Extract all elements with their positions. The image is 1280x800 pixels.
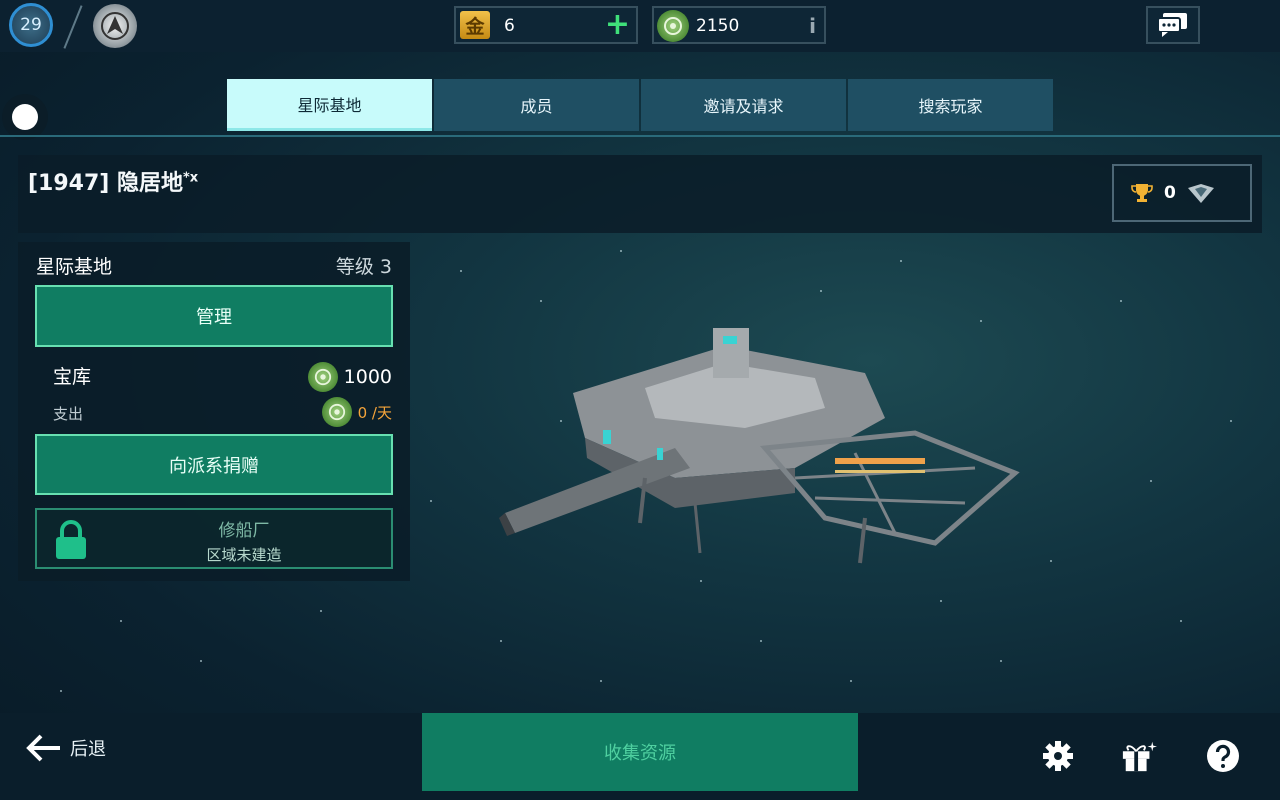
starbase-model-image: [499, 328, 1020, 564]
info-icon[interactable]: i: [809, 14, 816, 38]
vault-amount: 1000: [343, 366, 392, 388]
top-bar: 29 金 6 + 2150 i: [0, 0, 1280, 52]
back-label: 后退: [70, 739, 106, 760]
vault-label: 宝库: [53, 366, 92, 388]
faction-emblem-icon[interactable]: [93, 4, 137, 48]
toggle-dot-button[interactable]: [2, 94, 48, 140]
base-suffix: *x: [183, 170, 199, 186]
shipyard-title: 修船厂: [218, 521, 270, 541]
gift-button[interactable]: [1121, 738, 1157, 774]
resource-icon: [657, 10, 689, 42]
base-name: [1947] 隐居地: [28, 171, 183, 196]
manage-button[interactable]: 管理: [35, 285, 393, 347]
chat-icon: [1157, 13, 1187, 37]
expense-value: 0 /天: [321, 397, 392, 427]
tab-starbase[interactable]: 星际基地: [227, 79, 432, 131]
vault-value: 1000: [307, 362, 392, 392]
trophy-counter[interactable]: 0: [1112, 164, 1252, 222]
bottom-bar: 后退 收集资源: [0, 713, 1280, 800]
shipyard-status: 区域未建造: [206, 546, 282, 564]
resource-counter: 2150 i: [652, 6, 826, 44]
shipyard-locked-slot[interactable]: 修船厂 区域未建造: [35, 508, 393, 569]
starbase-panel: 星际基地 等级 3 管理 宝库 1000 支出 0 /天 向派系捐赠 修船厂 区…: [18, 242, 410, 581]
expense-label: 支出: [53, 405, 84, 423]
gold-counter: 金 6 +: [454, 6, 638, 44]
gear-icon: [1043, 741, 1073, 771]
resource-icon: [321, 397, 352, 427]
base-title: [1947] 隐居地*x: [28, 165, 198, 197]
resource-value: 2150: [696, 16, 740, 36]
help-button[interactable]: [1205, 738, 1241, 774]
trophy-value: 0: [1164, 183, 1176, 203]
back-button[interactable]: 后退: [26, 733, 106, 763]
tab-members[interactable]: 成员: [434, 79, 639, 131]
rank-emblem-icon: [1187, 184, 1214, 203]
donate-button[interactable]: 向派系捐赠: [35, 434, 393, 495]
chat-button[interactable]: [1146, 6, 1200, 44]
arrow-left-icon: [26, 734, 60, 762]
tab-invites-requests[interactable]: 邀请及请求: [641, 79, 846, 131]
gold-icon: 金: [460, 11, 490, 39]
divider: [63, 5, 83, 49]
panel-title: 星际基地: [36, 256, 113, 278]
tab-bar: 星际基地 成员 邀请及请求 搜索玩家: [227, 79, 1053, 131]
expense-amount: 0 /天: [357, 403, 392, 422]
tab-underline: [0, 135, 1280, 137]
base-header: [1947] 隐居地*x 0: [18, 155, 1262, 233]
panel-level: 等级 3: [335, 256, 392, 278]
gold-value: 6: [504, 16, 515, 36]
add-gold-button[interactable]: +: [605, 9, 630, 41]
resource-icon: [307, 362, 338, 392]
trophy-icon: [1131, 184, 1153, 202]
player-level: 29: [20, 15, 42, 35]
gift-icon: [1122, 741, 1157, 772]
collect-resources-button[interactable]: 收集资源: [422, 713, 858, 791]
player-level-badge[interactable]: 29: [9, 3, 53, 47]
settings-button[interactable]: [1040, 738, 1076, 774]
tab-search-players[interactable]: 搜索玩家: [848, 79, 1053, 131]
help-icon: [1207, 740, 1239, 772]
